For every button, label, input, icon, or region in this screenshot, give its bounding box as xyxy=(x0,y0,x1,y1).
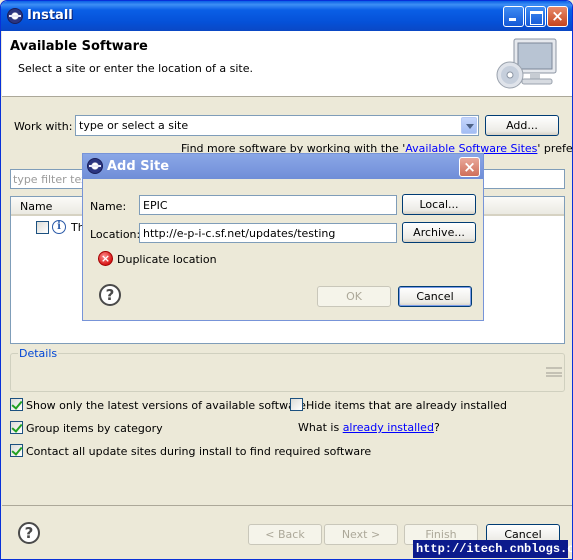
chevron-down-icon[interactable] xyxy=(461,117,477,134)
dialog-close-button[interactable]: × xyxy=(459,157,480,177)
location-field[interactable]: http://e-p-i-c.sf.net/updates/testing xyxy=(139,223,397,243)
add-site-dialog: Add Site × Name: EPIC Local... Location:… xyxy=(82,153,484,321)
sash-handle-icon[interactable] xyxy=(546,367,562,377)
window-title: Install xyxy=(27,8,73,23)
dialog-cancel-button[interactable]: Cancel xyxy=(398,286,472,307)
wizard-header: Available Software Select a site or ente… xyxy=(2,31,572,97)
dialog-title: Add Site xyxy=(107,159,170,174)
contact-all-sites-checkbox[interactable] xyxy=(10,444,23,457)
hide-installed-checkbox[interactable] xyxy=(290,398,303,411)
footer-separator xyxy=(2,505,572,506)
already-installed-link[interactable]: already installed xyxy=(343,421,434,434)
help-icon[interactable]: ? xyxy=(99,284,121,306)
window-title-bar[interactable]: Install × xyxy=(1,1,572,31)
page-subtitle: Select a site or enter the location of a… xyxy=(18,62,254,75)
details-group xyxy=(10,353,565,392)
show-latest-label[interactable]: Show only the latest versions of availab… xyxy=(26,399,306,412)
watermark-text: http://itech.cnblogs.com/ xyxy=(413,540,572,558)
what-is-installed-text: What is already installed? xyxy=(298,421,440,434)
info-icon: i xyxy=(52,220,66,234)
location-field-value: http://e-p-i-c.sf.net/updates/testing xyxy=(143,227,336,240)
eclipse-icon xyxy=(87,158,103,174)
filter-placeholder: type filter text xyxy=(13,173,92,186)
close-button[interactable]: × xyxy=(547,6,568,27)
ok-button[interactable]: OK xyxy=(317,286,391,307)
install-computer-icon xyxy=(496,38,557,89)
local-button[interactable]: Local... xyxy=(402,194,476,215)
name-label: Name: xyxy=(90,200,127,213)
page-title: Available Software xyxy=(10,39,148,54)
add-site-button[interactable]: Add... xyxy=(485,115,559,136)
name-field[interactable]: EPIC xyxy=(139,195,397,215)
maximize-button[interactable] xyxy=(525,6,546,27)
group-by-category-label[interactable]: Group items by category xyxy=(26,422,163,435)
work-with-value: type or select a site xyxy=(79,119,189,132)
minimize-button[interactable] xyxy=(503,6,524,27)
back-button[interactable]: < Back xyxy=(248,524,322,545)
column-header-name: Name xyxy=(20,200,53,213)
work-with-combo[interactable]: type or select a site xyxy=(75,115,479,136)
install-window: Install × Available Software Select a si… xyxy=(0,0,573,560)
name-field-value: EPIC xyxy=(143,199,168,212)
help-icon[interactable]: ? xyxy=(18,522,40,544)
group-by-category-checkbox[interactable] xyxy=(10,421,23,434)
error-icon: × xyxy=(98,251,113,266)
location-label: Location: xyxy=(90,228,141,241)
work-with-label: Work with: xyxy=(14,120,73,133)
hide-installed-label[interactable]: Hide items that are already installed xyxy=(306,399,507,412)
error-message: Duplicate location xyxy=(117,253,217,266)
dialog-title-bar[interactable]: Add Site × xyxy=(83,154,483,179)
details-legend: Details xyxy=(18,347,59,360)
show-latest-checkbox[interactable] xyxy=(10,398,23,411)
tree-row-checkbox[interactable] xyxy=(36,221,49,234)
eclipse-icon xyxy=(7,8,23,24)
archive-button[interactable]: Archive... xyxy=(402,222,476,243)
contact-all-sites-label[interactable]: Contact all update sites during install … xyxy=(26,445,371,458)
next-button[interactable]: Next > xyxy=(324,524,398,545)
